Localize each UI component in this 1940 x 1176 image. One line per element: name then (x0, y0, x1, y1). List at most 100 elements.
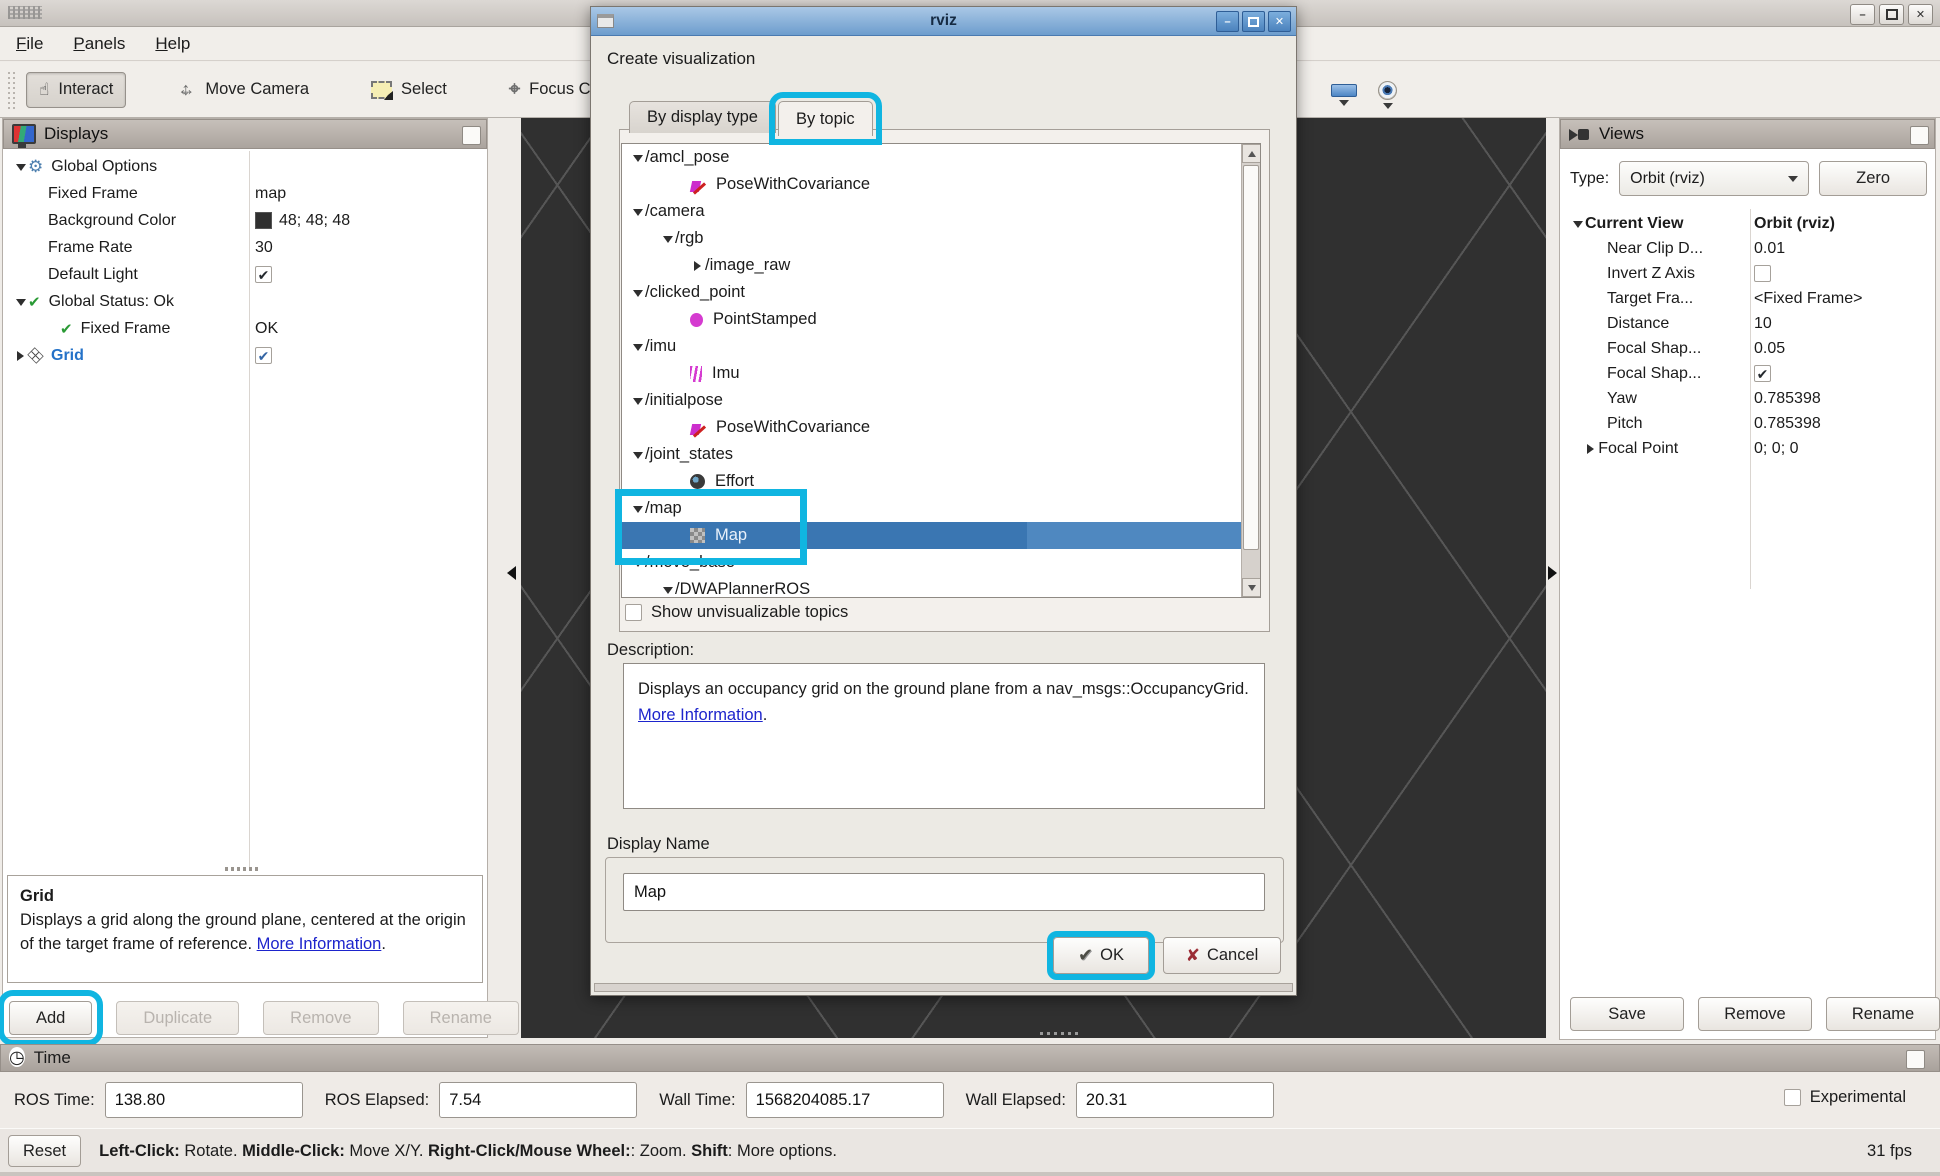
topic-row[interactable]: /map (622, 495, 1260, 522)
expander-down-icon[interactable] (630, 206, 645, 218)
expander-down-icon[interactable] (630, 152, 645, 164)
menu-item-help[interactable]: Help (155, 34, 190, 54)
topic-row[interactable]: /DWAPlannerROS (622, 576, 1260, 598)
time-panel-header[interactable]: Time (0, 1044, 1940, 1072)
tab-by-display-type[interactable]: By display type (629, 101, 776, 133)
time-field-input[interactable] (105, 1082, 303, 1118)
views-tree-row[interactable]: Invert Z Axis (1562, 261, 1934, 286)
scroll-down-button[interactable] (1242, 578, 1261, 597)
scrollbar[interactable] (1241, 144, 1260, 597)
value-checkbox[interactable] (1754, 265, 1771, 282)
dialog-maximize-button[interactable] (1242, 11, 1265, 32)
rename-button[interactable]: Rename (403, 1001, 519, 1035)
topic-row[interactable]: /camera (622, 198, 1260, 225)
views-tree-row[interactable]: Near Clip D...0.01 (1562, 236, 1934, 261)
tree-row[interactable]: Global Status: Ok (5, 288, 485, 315)
menu-item-file[interactable]: File (16, 34, 43, 54)
dialog-titlebar[interactable]: rviz – ✕ (591, 7, 1296, 36)
tool-measure[interactable] (1331, 84, 1357, 111)
views-tree-row[interactable]: Pitch0.785398 (1562, 411, 1934, 436)
views-tree-row[interactable]: Target Fra...<Fixed Frame> (1562, 286, 1934, 311)
topic-row[interactable]: Map (622, 522, 1260, 549)
tree-row[interactable]: Background Color48; 48; 48 (5, 207, 485, 234)
ok-button[interactable]: ✔ OK (1053, 937, 1149, 974)
view-type-dropdown[interactable]: Orbit (rviz) (1619, 161, 1809, 196)
value-checkbox[interactable] (1754, 365, 1771, 382)
reset-button[interactable]: Reset (8, 1135, 81, 1167)
panel-float-button[interactable] (462, 126, 481, 145)
expander-down-icon[interactable] (1570, 218, 1585, 230)
topic-row[interactable]: PoseWithCovariance (622, 414, 1260, 441)
minimize-button[interactable]: – (1850, 4, 1875, 25)
expander-down-icon[interactable] (13, 161, 28, 173)
views-tree-row[interactable]: Focal Point0; 0; 0 (1562, 436, 1934, 461)
column-divider[interactable] (1750, 209, 1751, 589)
tree-row[interactable]: Fixed FrameOK (5, 315, 485, 342)
maximize-button[interactable] (1879, 4, 1904, 25)
save-button[interactable]: Save (1570, 997, 1684, 1031)
time-field-input[interactable] (1076, 1082, 1274, 1118)
rename-button[interactable]: Rename (1826, 997, 1940, 1031)
topic-row[interactable]: /move_base (622, 549, 1260, 576)
expander-down-icon[interactable] (630, 287, 645, 299)
views-tree-row[interactable]: Focal Shap... (1562, 361, 1934, 386)
tool-move-camera[interactable]: Move Camera (164, 73, 321, 107)
expander-down-icon[interactable] (630, 503, 645, 515)
value-checkbox[interactable] (255, 347, 272, 364)
topic-row[interactable]: /joint_states (622, 441, 1260, 468)
tree-row[interactable]: Fixed Framemap (5, 180, 485, 207)
expander-down-icon[interactable] (660, 233, 675, 245)
views-tree-row[interactable]: Focal Shap...0.05 (1562, 336, 1934, 361)
topic-row[interactable]: PointStamped (622, 306, 1260, 333)
topic-row[interactable]: /initialpose (622, 387, 1260, 414)
value-checkbox[interactable] (255, 266, 272, 283)
expander-right-icon[interactable] (1583, 444, 1598, 454)
expander-down-icon[interactable] (630, 449, 645, 461)
tree-row[interactable]: Grid (5, 342, 485, 369)
show-unvisualizable-checkbox[interactable] (625, 604, 642, 621)
menu-item-panels[interactable]: Panels (73, 34, 125, 54)
zero-button[interactable]: Zero (1819, 161, 1927, 196)
displays-panel-header[interactable]: Displays (3, 119, 487, 149)
left-panel-collapse-arrow[interactable] (500, 566, 516, 580)
panel-splitter-handle[interactable] (225, 867, 261, 871)
toolbar-drag-handle[interactable] (8, 71, 16, 109)
views-tree-row[interactable]: Distance10 (1562, 311, 1934, 336)
chevron-down-icon[interactable] (1339, 100, 1349, 111)
more-information-link[interactable]: More Information (638, 706, 763, 724)
column-divider[interactable] (249, 151, 250, 869)
panel-float-button[interactable] (1906, 1050, 1925, 1069)
expander-down-icon[interactable] (630, 557, 645, 569)
topic-row[interactable]: Imu (622, 360, 1260, 387)
dialog-minimize-button[interactable]: – (1216, 11, 1239, 32)
topic-row[interactable]: /clicked_point (622, 279, 1260, 306)
remove-button[interactable]: Remove (1698, 997, 1812, 1031)
expander-down-icon[interactable] (13, 296, 28, 308)
add-button[interactable]: Add (9, 1001, 92, 1035)
panel-float-button[interactable] (1910, 126, 1929, 145)
chevron-down-icon[interactable] (1383, 103, 1393, 114)
tool-interact[interactable]: Interact (26, 72, 126, 108)
scroll-up-button[interactable] (1242, 144, 1261, 163)
topic-row[interactable]: /rgb (622, 225, 1260, 252)
tree-row[interactable]: Global Options (5, 153, 485, 180)
tool-eye[interactable] (1378, 81, 1397, 114)
duplicate-button[interactable]: Duplicate (116, 1001, 239, 1035)
expander-down-icon[interactable] (630, 341, 645, 353)
display-name-input[interactable] (623, 873, 1265, 911)
dialog-resize-bar[interactable] (594, 983, 1293, 992)
color-swatch[interactable] (255, 212, 272, 229)
topic-row[interactable]: PoseWithCovariance (622, 171, 1260, 198)
expander-right-icon[interactable] (690, 261, 705, 271)
remove-button[interactable]: Remove (263, 1001, 378, 1035)
topic-row[interactable]: /image_raw (622, 252, 1260, 279)
expander-right-icon[interactable] (13, 351, 28, 361)
time-field-input[interactable] (439, 1082, 637, 1118)
close-button[interactable]: ✕ (1908, 4, 1933, 25)
views-tree-row[interactable]: Yaw0.785398 (1562, 386, 1934, 411)
topic-row[interactable]: /amcl_pose (622, 144, 1260, 171)
tab-by-topic[interactable]: By topic (778, 101, 873, 136)
topic-row[interactable]: Effort (622, 468, 1260, 495)
tree-row[interactable]: Frame Rate30 (5, 234, 485, 261)
tree-row[interactable]: Default Light (5, 261, 485, 288)
